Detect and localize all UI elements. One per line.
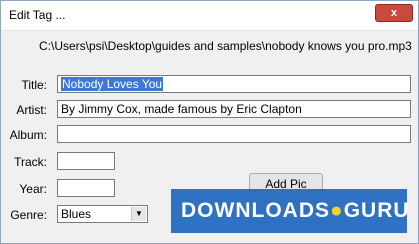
file-path: C:\Users\psi\Desktop\guides and samples\… bbox=[39, 39, 412, 53]
track-label: Track: bbox=[14, 155, 47, 169]
edit-tag-window: Edit Tag ... x C:\Users\psi\Desktop\guid… bbox=[0, 0, 419, 244]
watermark-banner: DOWNLOADS●GURU bbox=[171, 189, 410, 233]
genre-dropdown[interactable]: Blues ▼ bbox=[57, 205, 148, 223]
title-value: Nobody Loves You bbox=[61, 77, 164, 91]
window-title: Edit Tag ... bbox=[9, 8, 66, 22]
genre-value: Blues bbox=[61, 207, 92, 221]
artist-input[interactable]: By Jimmy Cox, made famous by Eric Clapto… bbox=[57, 100, 411, 118]
artist-label: Artist: bbox=[16, 103, 47, 117]
genre-label: Genre: bbox=[10, 208, 47, 222]
watermark-text-right: GURU bbox=[343, 199, 410, 222]
close-button[interactable]: x bbox=[375, 4, 413, 22]
watermark-text-left: DOWNLOADS bbox=[181, 199, 330, 222]
title-bar: Edit Tag ... x bbox=[1, 1, 418, 31]
chevron-down-icon: ▼ bbox=[131, 207, 146, 221]
watermark-logo-icon: ● bbox=[330, 199, 344, 222]
title-input[interactable]: Nobody Loves You bbox=[57, 75, 411, 93]
album-input[interactable] bbox=[57, 125, 411, 143]
year-label: Year: bbox=[19, 182, 47, 196]
year-input[interactable] bbox=[57, 179, 115, 197]
album-label: Album: bbox=[9, 128, 47, 142]
track-input[interactable] bbox=[57, 152, 115, 170]
title-label: Title: bbox=[21, 78, 47, 92]
